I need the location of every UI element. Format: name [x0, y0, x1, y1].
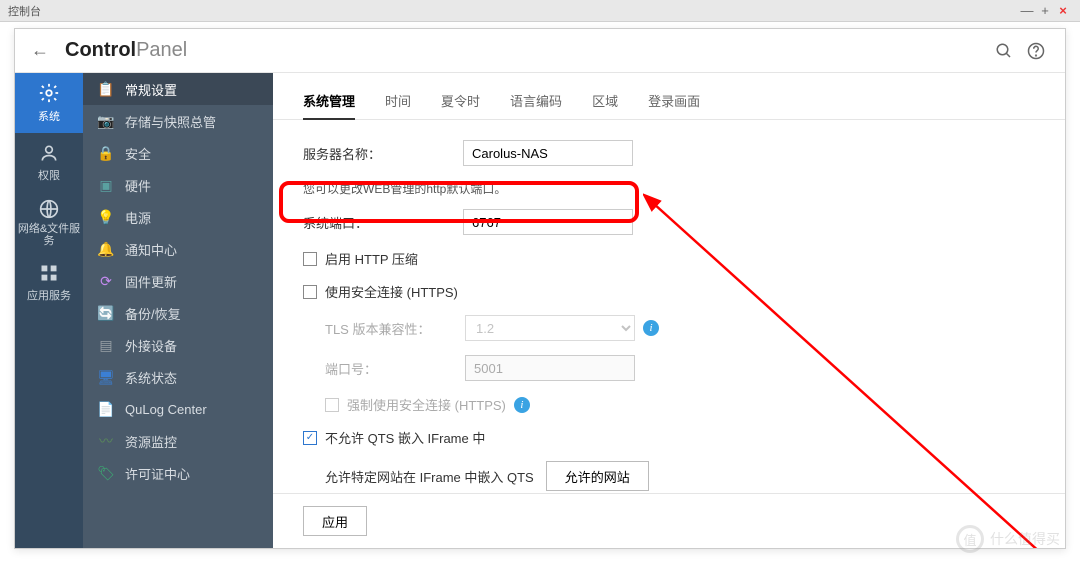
https-port-input [465, 355, 635, 381]
rail-item-network[interactable]: 网络&文件服务 [15, 193, 83, 253]
sidebar-item-license[interactable]: 🏷许可证中心 [83, 457, 273, 489]
usb-icon: ▤ [97, 336, 115, 354]
tab-lang[interactable]: 语言编码 [510, 83, 562, 119]
camera-icon: 📷 [97, 112, 115, 130]
sidebar-item-firmware[interactable]: ⟳固件更新 [83, 265, 273, 297]
back-button[interactable]: ← [31, 40, 49, 61]
gear-icon [38, 82, 60, 104]
close-button[interactable]: × [1054, 3, 1072, 18]
rail-item-system[interactable]: 系统 [15, 73, 83, 133]
iframe-deny-label: 不允许 QTS 嵌入 IFrame 中 [325, 428, 485, 447]
sidebar-item-resource[interactable]: 〰资源监控 [83, 425, 273, 457]
clipboard-icon: 📋 [97, 80, 115, 98]
sync-icon: 🔄 [97, 304, 115, 322]
log-icon: 📄 [97, 400, 115, 418]
tabs: 系统管理 时间 夏令时 语言编码 区域 登录画面 [273, 73, 1065, 120]
tab-time[interactable]: 时间 [385, 83, 411, 119]
sidebar-item-external[interactable]: ▤外接设备 [83, 329, 273, 361]
monitor-icon: 🖥 [97, 368, 115, 386]
sidebar-item-storage[interactable]: 📷存储与快照总管 [83, 105, 273, 137]
iframe-allow-text: 允许特定网站在 IFrame 中嵌入 QTS [325, 467, 534, 486]
tab-region[interactable]: 区域 [592, 83, 618, 119]
sidebar-item-power[interactable]: 💡电源 [83, 201, 273, 233]
force-https-label: 强制使用安全连接 (HTTPS) [347, 395, 506, 414]
cert-icon: 🏷 [97, 464, 115, 482]
main-panel: 系统管理 时间 夏令时 语言编码 区域 登录画面 服务器名称： 您可以更改WEB… [273, 73, 1065, 548]
system-port-label: 系统端口： [303, 213, 463, 232]
bell-icon: 🔔 [97, 240, 115, 258]
server-name-label: 服务器名称： [303, 144, 463, 163]
app-title-light: Panel [136, 39, 187, 62]
sidebar-item-backup[interactable]: 🔄备份/恢复 [83, 297, 273, 329]
footer: 应用 [273, 493, 1065, 548]
apply-button[interactable]: 应用 [303, 506, 367, 536]
sidebar: 📋常规设置 📷存储与快照总管 🔒安全 ▣硬件 💡电源 🔔通知中心 ⟳固件更新 🔄… [83, 73, 273, 548]
minimize-button[interactable]: — [1018, 3, 1036, 18]
tab-dst[interactable]: 夏令时 [441, 83, 480, 119]
globe-icon [39, 199, 59, 219]
info-icon[interactable]: i [514, 397, 530, 413]
https-checkbox[interactable] [303, 285, 317, 299]
wave-icon: 〰 [97, 432, 115, 450]
search-icon[interactable] [991, 38, 1017, 64]
https-port-label: 端口号： [325, 359, 465, 378]
sidebar-item-status[interactable]: 🖥系统状态 [83, 361, 273, 393]
tls-select: 1.2 [465, 315, 635, 341]
rail-item-permissions[interactable]: 权限 [15, 133, 83, 193]
os-titlebar: 控制台 — + × [0, 0, 1080, 22]
sidebar-item-security[interactable]: 🔒安全 [83, 137, 273, 169]
http-compress-label: 启用 HTTP 压缩 [325, 249, 418, 268]
tab-login[interactable]: 登录画面 [648, 83, 700, 119]
https-label: 使用安全连接 (HTTPS) [325, 282, 458, 301]
iframe-deny-checkbox[interactable]: ✓ [303, 431, 317, 445]
iframe-allow-button[interactable]: 允许的网站 [546, 461, 649, 491]
chip-icon: ▣ [97, 176, 115, 194]
tls-label: TLS 版本兼容性： [325, 319, 465, 338]
lock-icon: 🔒 [97, 144, 115, 162]
form: 服务器名称： 您可以更改WEB管理的http默认端口。 系统端口： 启用 HTT… [273, 120, 1065, 493]
app-header: ← Control Panel [15, 29, 1065, 73]
nav-rail: 系统 权限 网络&文件服务 应用服务 [15, 73, 83, 548]
help-text: 您可以更改WEB管理的http默认端口。 [303, 180, 1035, 197]
sidebar-item-general[interactable]: 📋常规设置 [83, 73, 273, 105]
app-title-bold: Control [65, 39, 136, 62]
force-https-checkbox [325, 398, 339, 412]
system-port-input[interactable] [463, 209, 633, 235]
help-icon[interactable] [1023, 38, 1049, 64]
maximize-button[interactable]: + [1036, 3, 1054, 18]
sidebar-item-hardware[interactable]: ▣硬件 [83, 169, 273, 201]
rail-item-apps[interactable]: 应用服务 [15, 253, 83, 313]
bulb-icon: 💡 [97, 208, 115, 226]
sidebar-item-notification[interactable]: 🔔通知中心 [83, 233, 273, 265]
app-window: ← Control Panel 系统 权限 网络&文件服务 [14, 28, 1066, 549]
http-compress-checkbox[interactable] [303, 252, 317, 266]
os-title: 控制台 [8, 3, 41, 19]
server-name-input[interactable] [463, 140, 633, 166]
info-icon[interactable]: i [643, 320, 659, 336]
sidebar-item-qulog[interactable]: 📄QuLog Center [83, 393, 273, 425]
grid-icon [39, 263, 59, 283]
tab-system-admin[interactable]: 系统管理 [303, 83, 355, 120]
refresh-icon: ⟳ [97, 272, 115, 290]
user-icon [39, 143, 59, 163]
